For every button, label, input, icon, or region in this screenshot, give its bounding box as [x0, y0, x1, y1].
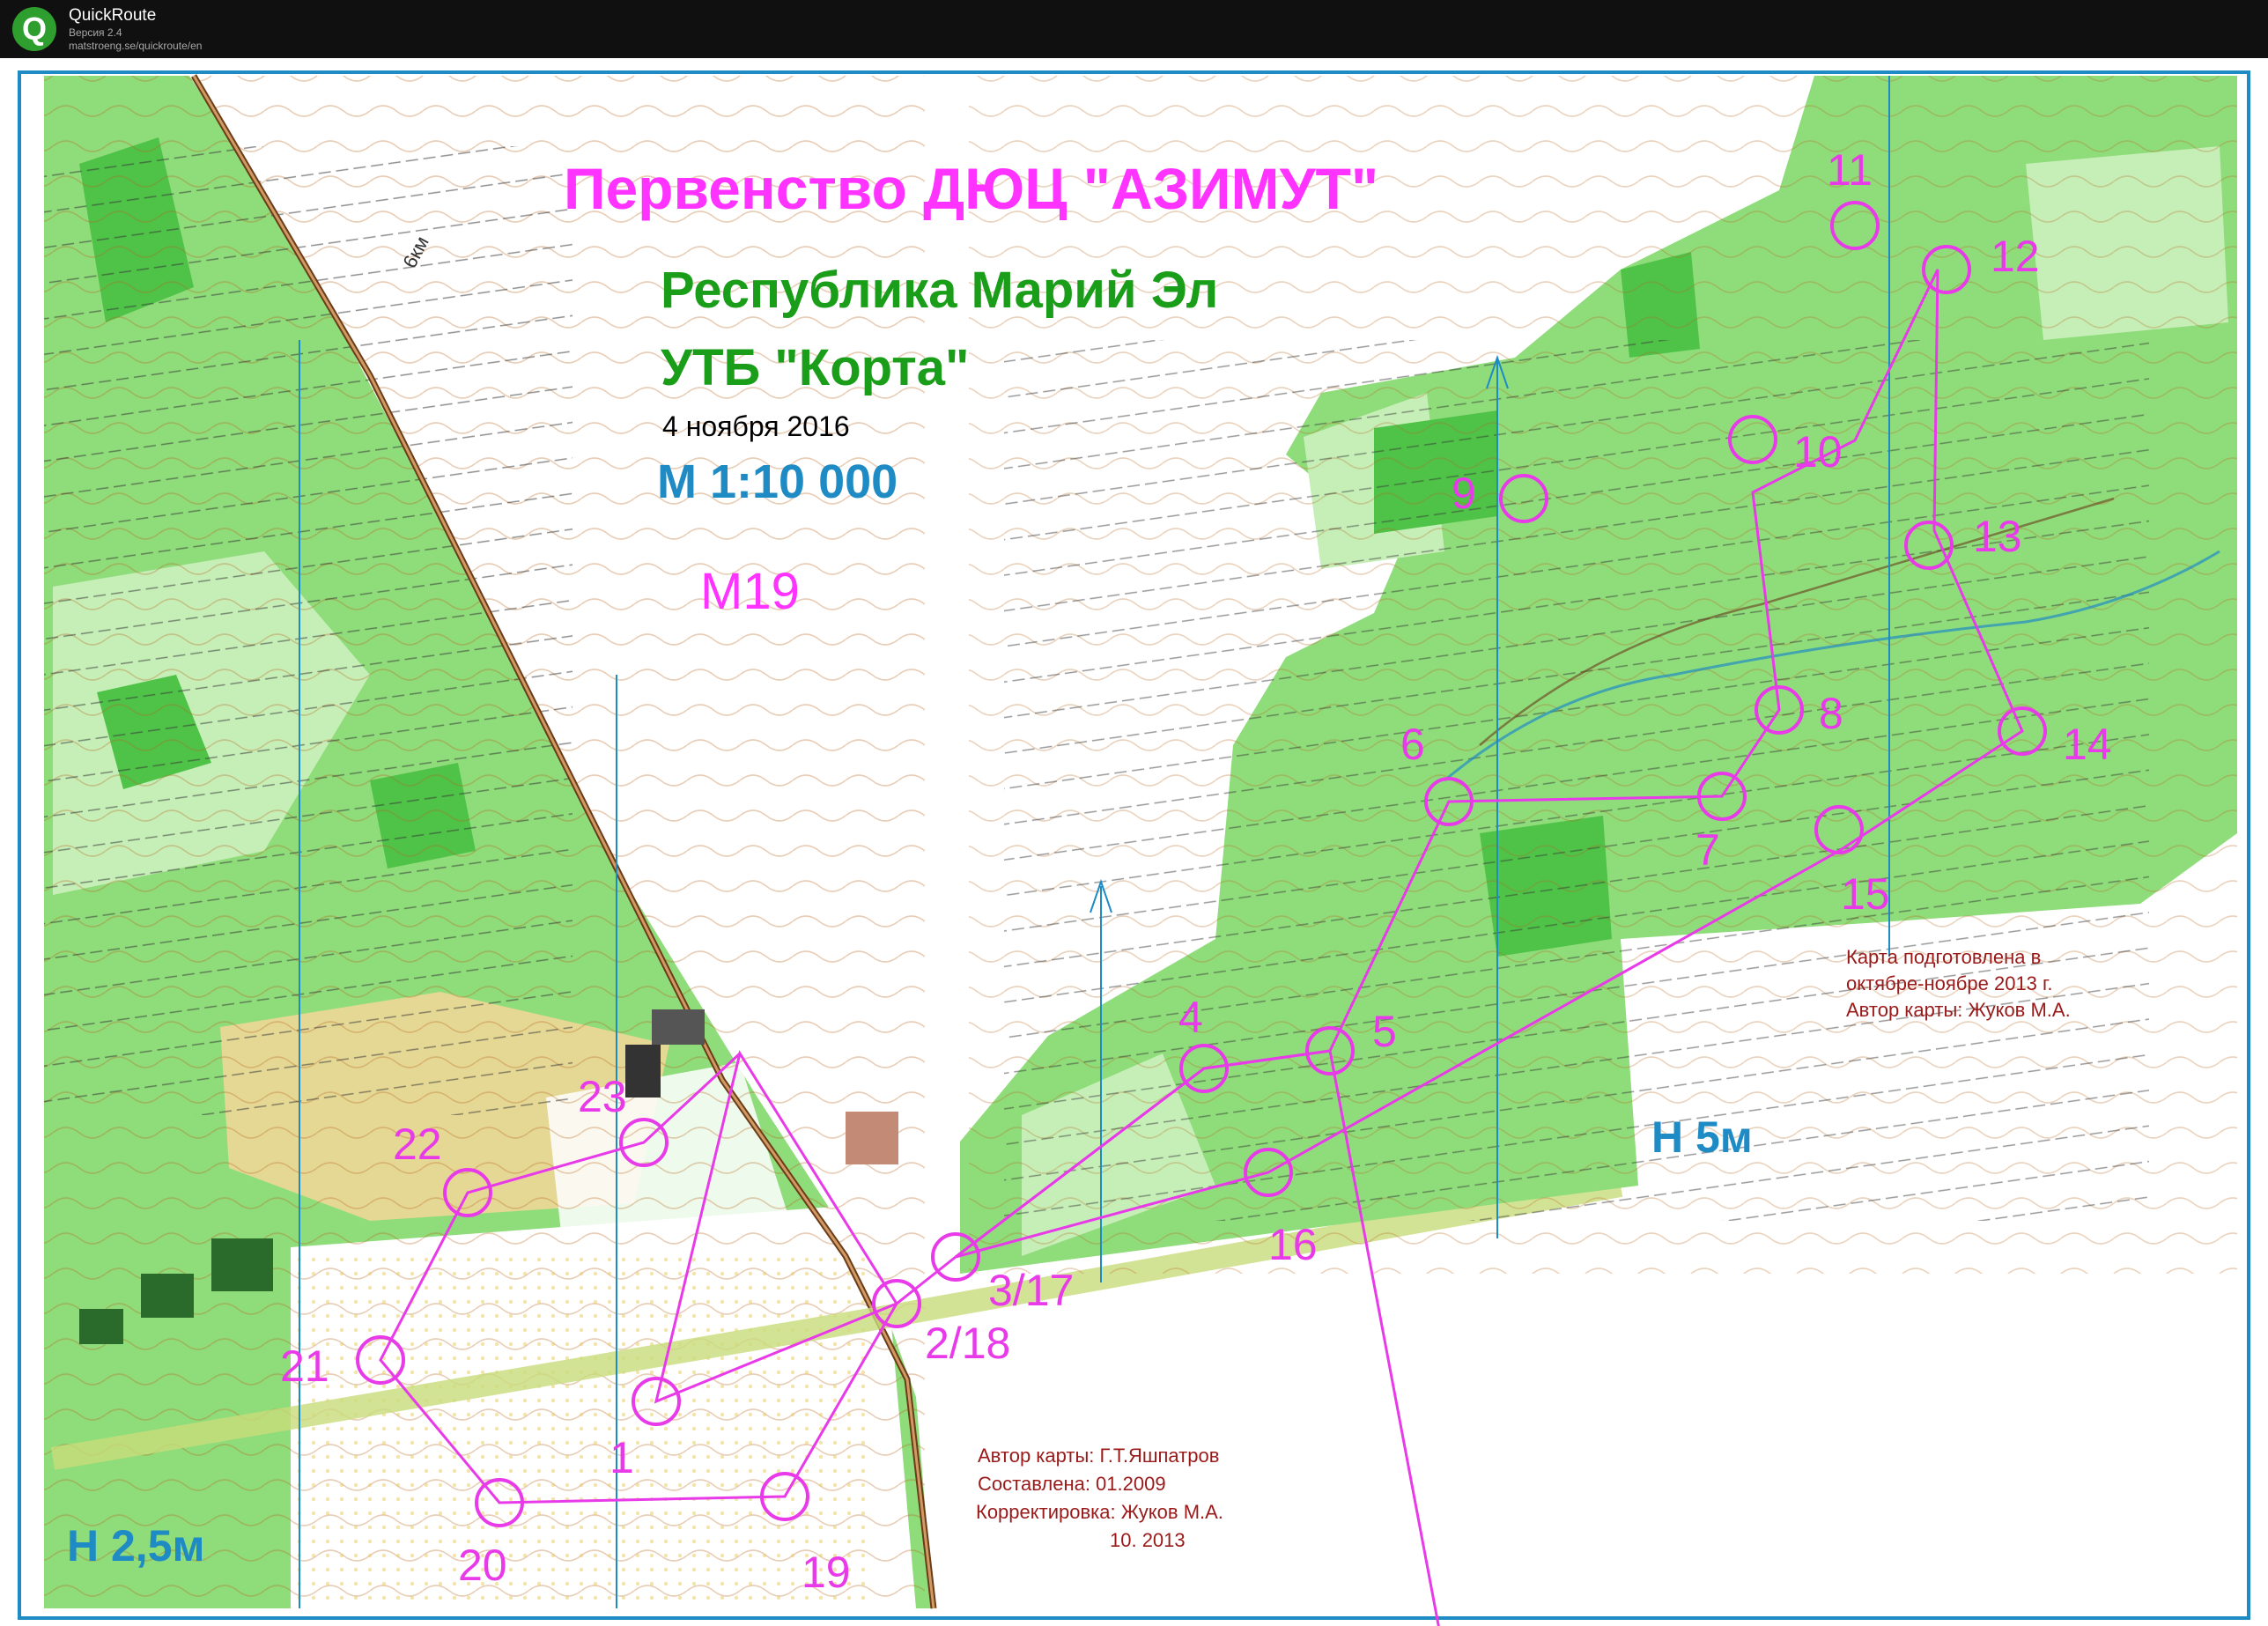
control-label-9: 9	[1452, 469, 1476, 518]
control-label-12: 12	[1991, 232, 2040, 281]
control-label-10: 10	[1793, 427, 1843, 477]
app-name: QuickRoute	[69, 6, 157, 25]
control-label-6: 6	[1400, 720, 1425, 769]
control-label-1: 1	[609, 1433, 634, 1482]
control-label-8: 8	[1819, 689, 1843, 738]
credit-right-period: октябре-ноябре 2013 г.	[1846, 972, 2053, 994]
contour-interval-left: Н 2,5м	[67, 1521, 205, 1571]
orienteering-map[interactable]: 6км Первенство ДЮЦ "АЗИМУТ" Республика М…	[0, 58, 2268, 1626]
building	[652, 1009, 705, 1045]
control-label-20: 20	[458, 1541, 507, 1590]
map-title: Первенство ДЮЦ "АЗИМУТ"	[564, 156, 1379, 221]
app-version: Версия 2.4	[69, 26, 122, 39]
credit-right-author: Автор карты: Жуков М.А.	[1846, 999, 2071, 1021]
contour-interval-right: Н 5м	[1651, 1112, 1753, 1162]
control-label-14: 14	[2063, 720, 2112, 769]
control-label-21: 21	[280, 1341, 329, 1391]
building	[141, 1274, 194, 1318]
map-scale: М 1:10 000	[657, 455, 898, 508]
control-label-3-17: 3/17	[988, 1266, 1075, 1315]
map-site: УТБ "Корта"	[661, 339, 970, 396]
map-region: Республика Марий Эл	[661, 262, 1219, 319]
control-label-2-18: 2/18	[925, 1319, 1011, 1368]
credit-left-date: 10. 2013	[1110, 1529, 1186, 1551]
control-label-23: 23	[578, 1072, 627, 1121]
control-label-15: 15	[1841, 869, 1890, 919]
credit-left-corrected: Корректировка: Жуков М.А.	[976, 1501, 1223, 1523]
building	[625, 1045, 661, 1098]
credit-left-author: Автор карты: Г.Т.Яшпатров	[978, 1445, 1220, 1467]
control-label-4: 4	[1178, 993, 1203, 1042]
credit-right-prepared: Карта подготовлена в	[1846, 946, 2042, 968]
control-label-16: 16	[1268, 1220, 1318, 1269]
control-label-7: 7	[1695, 825, 1720, 875]
map-date: 4 ноября 2016	[662, 410, 850, 442]
app-url: matstroeng.se/quickroute/en	[69, 40, 203, 52]
control-label-13: 13	[1973, 512, 2022, 561]
building	[846, 1112, 898, 1164]
control-label-19: 19	[802, 1548, 851, 1597]
credit-left-compiled: Составлена: 01.2009	[978, 1473, 1166, 1495]
quickroute-logo-letter: Q	[22, 11, 47, 47]
control-label-11: 11	[1827, 145, 1873, 195]
left-yellow-dots	[291, 1247, 872, 1600]
quickroute-logo: Q	[12, 7, 56, 51]
title-bar: Q QuickRoute Версия 2.4 matstroeng.se/qu…	[0, 0, 2268, 58]
building	[211, 1238, 273, 1291]
course-class: М19	[700, 563, 800, 620]
left-rides	[44, 146, 573, 1115]
building	[79, 1309, 123, 1344]
control-label-22: 22	[393, 1120, 442, 1169]
control-label-5: 5	[1372, 1007, 1397, 1056]
